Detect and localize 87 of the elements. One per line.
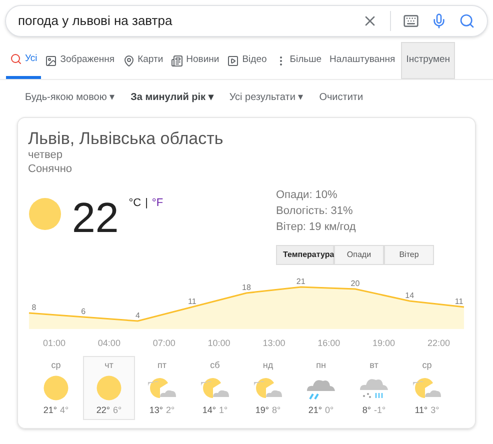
- temperature-label: 11: [188, 296, 196, 306]
- filter-option[interactable]: Усі результати ▾: [229, 90, 304, 104]
- high-temperature: 11°: [414, 404, 428, 417]
- location-title: Львів, Львівська область: [28, 128, 224, 150]
- chart-tab[interactable]: Вітер: [384, 244, 434, 265]
- temperature-label: 6: [81, 306, 86, 316]
- hour-label: 10:00: [208, 336, 230, 350]
- filter-option[interactable]: За минулий рік ▾: [130, 90, 214, 104]
- weekday-label: чт: [104, 359, 114, 372]
- high-temperature: 14°: [202, 404, 216, 417]
- forecast-day[interactable]: пн 21° 0°: [295, 356, 347, 420]
- temperature-label: 4: [136, 310, 140, 320]
- nav-tab[interactable]: Карти: [118, 42, 168, 79]
- temperature-label: 11: [454, 296, 464, 306]
- sun-icon: [96, 375, 122, 402]
- filter-option[interactable]: Очистити: [319, 90, 364, 104]
- hour-label: 13:00: [262, 336, 286, 350]
- high-temperature: 22°: [96, 404, 110, 417]
- temperature-label: 14: [405, 290, 414, 300]
- weekday-label: нд: [262, 359, 274, 372]
- low-temperature: 8°: [272, 404, 281, 417]
- keyboard-icon[interactable]: [403, 13, 419, 29]
- nav-tab[interactable]: Зображення: [41, 42, 119, 79]
- low-temperature: 0°: [325, 404, 334, 417]
- weather-detail: Вологість: 31%: [276, 204, 354, 219]
- high-temperature: 8°: [362, 404, 371, 417]
- forecast-day[interactable]: ср 21° 4°: [30, 356, 82, 420]
- sun-icon: [28, 196, 62, 231]
- low-temperature: 1°: [219, 404, 228, 417]
- weather-detail: Опади: 10%: [276, 188, 338, 203]
- current-temperature: 22: [72, 196, 119, 239]
- high-temperature: 13°: [149, 404, 163, 417]
- high-temperature: 19°: [255, 404, 269, 417]
- temperature-label: 20: [350, 278, 360, 288]
- day-label: четвер: [28, 149, 64, 163]
- low-temperature: 3°: [430, 404, 440, 417]
- fahrenheit-unit[interactable]: °F: [152, 194, 164, 212]
- mic-icon[interactable]: [431, 13, 447, 29]
- nav-tab[interactable]: Новини: [167, 42, 224, 79]
- nav-tab[interactable]: Відео: [223, 42, 271, 79]
- nav-tab[interactable]: Більше: [270, 42, 326, 79]
- play-icon: [227, 54, 240, 66]
- forecast-day[interactable]: нд 19° 8°: [242, 356, 294, 420]
- search-field[interactable]: погода у львові на завтра: [5, 5, 488, 37]
- low-temperature: 2°: [166, 404, 175, 417]
- hour-label: 01:00: [43, 336, 66, 350]
- newspaper-icon: [171, 54, 184, 66]
- weekday-label: ср: [51, 359, 61, 372]
- forecast-day[interactable]: ср 11° 3°: [401, 356, 453, 420]
- temperature-label: 21: [296, 276, 306, 286]
- low-temperature: 6°: [113, 404, 122, 417]
- hour-label: 07:00: [152, 336, 176, 350]
- high-temperature: 21°: [308, 404, 322, 417]
- chart-tab[interactable]: Температура: [276, 244, 334, 265]
- filter-option[interactable]: Будь-якою мовою ▾: [25, 90, 115, 104]
- sun-icon: [43, 375, 69, 402]
- temperature-label: 18: [242, 282, 251, 292]
- low-temperature: 4°: [60, 404, 69, 417]
- forecast-day[interactable]: чт 22° 6°: [83, 356, 135, 420]
- search-icon: [10, 53, 22, 65]
- hour-label: 19:00: [372, 336, 396, 350]
- high-temperature: 21°: [43, 404, 57, 417]
- forecast-day[interactable]: вт 8° -1°: [348, 356, 400, 420]
- forecast-day[interactable]: сб 14° 1°: [189, 356, 241, 420]
- nav-tab[interactable]: Усі: [6, 42, 42, 79]
- weather-detail: Вітер: 19 км/год: [276, 220, 357, 235]
- temperature-label: 8: [32, 302, 36, 312]
- chart-tab[interactable]: Опади: [334, 244, 384, 265]
- weekday-label: ср: [422, 359, 432, 372]
- celsius-unit[interactable]: °C: [128, 194, 142, 212]
- low-temperature: -1°: [374, 404, 386, 417]
- image-icon: [45, 54, 58, 66]
- unit-separator: |: [145, 196, 148, 211]
- nav-tab[interactable]: Налаштування: [326, 42, 400, 79]
- weekday-label: пн: [316, 359, 326, 372]
- nav-tab[interactable]: Інструмен: [401, 42, 456, 79]
- search-icon[interactable]: [459, 13, 475, 29]
- forecast-day[interactable]: пт 13° 2°: [136, 356, 188, 420]
- condition-label: Сонячно: [28, 163, 74, 177]
- hour-label: 16:00: [318, 336, 340, 350]
- hour-label: 04:00: [98, 336, 120, 350]
- pin-icon: [122, 54, 135, 66]
- weekday-label: вт: [370, 359, 378, 372]
- weekday-label: пт: [158, 359, 166, 372]
- search-query: погода у львові на завтра: [18, 12, 174, 30]
- hour-label: 22:00: [427, 336, 450, 350]
- weekday-label: сб: [210, 359, 220, 372]
